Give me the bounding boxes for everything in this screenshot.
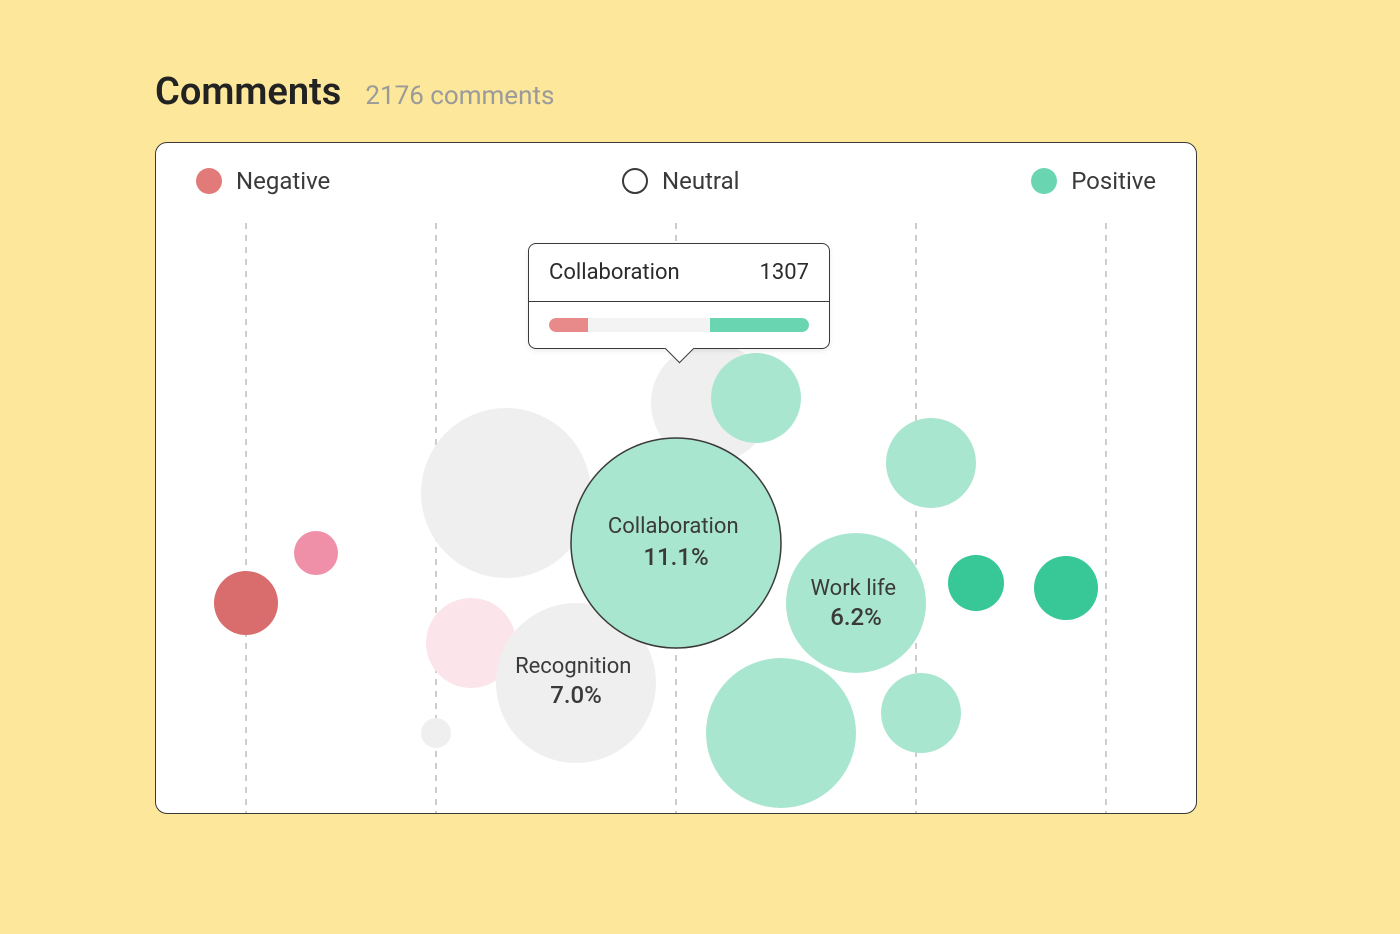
legend-label: Neutral bbox=[662, 167, 739, 195]
legend-neutral[interactable]: Neutral bbox=[622, 167, 739, 195]
circle-icon bbox=[622, 168, 648, 194]
legend-label: Positive bbox=[1071, 167, 1156, 195]
bar-segment-neutral bbox=[588, 318, 710, 332]
page-title: Comments bbox=[155, 70, 341, 114]
bubble[interactable] bbox=[711, 353, 801, 443]
bar-segment-negative bbox=[549, 318, 588, 332]
circle-icon bbox=[196, 168, 222, 194]
bubble[interactable] bbox=[1034, 556, 1098, 620]
tooltip-label: Collaboration bbox=[549, 260, 680, 285]
bubble[interactable] bbox=[214, 571, 278, 635]
tooltip-count: 1307 bbox=[760, 260, 809, 285]
bubble[interactable] bbox=[881, 673, 961, 753]
tooltip-sentiment-bar bbox=[549, 318, 809, 332]
legend-negative[interactable]: Negative bbox=[196, 167, 330, 195]
tooltip: Collaboration 1307 bbox=[528, 243, 830, 349]
bubble[interactable] bbox=[421, 408, 591, 578]
legend: Negative Neutral Positive bbox=[156, 167, 1196, 195]
bubble[interactable] bbox=[948, 555, 1004, 611]
bubble[interactable] bbox=[706, 658, 856, 808]
bubble[interactable] bbox=[886, 418, 976, 508]
circle-icon bbox=[1031, 168, 1057, 194]
bubble[interactable] bbox=[421, 718, 451, 748]
legend-label: Negative bbox=[236, 167, 330, 195]
bubble[interactable] bbox=[294, 531, 338, 575]
bar-segment-positive bbox=[710, 318, 809, 332]
legend-positive[interactable]: Positive bbox=[1031, 167, 1156, 195]
sentiment-bubble-chart[interactable]: Negative Neutral Positive bbox=[155, 142, 1197, 814]
comment-count: 2176 comments bbox=[365, 81, 554, 111]
header: Comments 2176 comments bbox=[155, 70, 1195, 114]
